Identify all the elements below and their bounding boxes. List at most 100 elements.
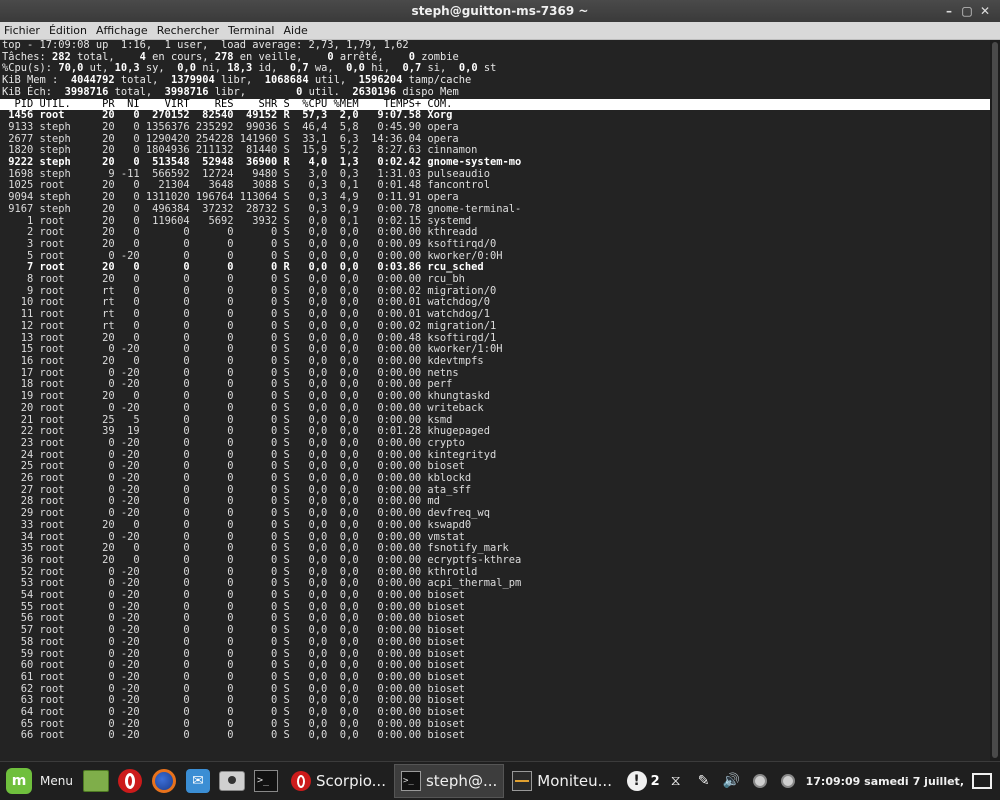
header-label: dispo Mem [396,85,459,98]
header-label: en veille, [233,50,328,63]
process-row: 58 root 0 -20 0 0 0 S 0,0 0,0 0:00.00 bi… [2,635,465,648]
header-label: zombie [414,50,459,63]
linux-mint-logo-icon: m [6,768,32,794]
task-label: Scorpio... [315,772,386,790]
task-label: Moniteu... [537,772,612,790]
start-menu-button[interactable]: m Menu [0,762,79,800]
header-value: 4044792 [70,74,115,87]
header-value: 2630196 [352,85,397,98]
screens-icon [972,773,992,789]
close-icon[interactable]: ✕ [976,3,994,19]
header-value: 3998716 [164,85,209,98]
process-row: 61 root 0 -20 0 0 0 S 0,0 0,0 0:00.00 bi… [2,670,465,683]
header-label: total, [114,74,171,87]
header-label: en cours, [145,50,215,63]
terminal-output[interactable]: top - 17:09:08 up 1:16, 1 user, load ave… [0,40,990,761]
launcher-firefox[interactable] [149,766,179,796]
header-value: 0,0 [177,62,196,75]
date[interactable]: 7 juillet, [913,775,964,788]
circle-icon [780,774,795,788]
menu-rechercher[interactable]: Rechercher [157,24,219,37]
header-value: 1379904 [170,74,215,87]
header-label: libr, [208,85,297,98]
header-value: 0,0 [458,62,478,75]
minimize-icon[interactable]: – [940,3,958,19]
process-row: 23 root 0 -20 0 0 0 S 0,0 0,0 0:00.00 cr… [2,436,465,449]
status-dot-2[interactable] [778,771,798,791]
header-label: total, [70,50,140,63]
header-label: st [477,62,497,75]
launcher-show-desktop[interactable] [81,766,111,796]
process-row: 8 root 20 0 0 0 0 S 0,0 0,0 0:00.00 rcu_… [2,273,465,286]
system-monitor-icon [512,771,533,791]
header-value: 0,7 [402,62,422,75]
status-dot-1[interactable] [750,771,770,791]
launcher-camera[interactable] [217,766,247,796]
header-value: 1068684 [264,74,309,87]
process-row: 16 root 20 0 0 0 0 S 0,0 0,0 0:00.00 kde… [2,354,484,367]
header-label: id, [252,62,290,75]
process-row: 9222 steph 20 0 513548 52948 36900 R 4,0… [2,156,522,169]
launcher-opera[interactable] [115,766,145,796]
firefox-icon [151,769,176,793]
process-row: 36 root 20 0 0 0 0 S 0,0 0,0 0:00.00 ecr… [2,553,522,566]
terminal-icon: >_ [400,771,421,791]
process-row: 12 root rt 0 0 0 0 S 0,0 0,0 0:00.02 mig… [2,319,497,332]
task-system-monitor[interactable]: Moniteu... [506,764,618,798]
launcher-mail[interactable]: ✉ [183,766,213,796]
notification-count: 2 [650,773,660,789]
header-value: 0,7 [289,62,309,75]
process-row: 3 root 20 0 0 0 0 S 0,0 0,0 0:00.09 ksof… [2,237,497,250]
clock[interactable]: 17:09:09 samedi [806,775,909,788]
task-label: steph@... [425,772,498,790]
header-label: arrêté, [333,50,409,63]
header-label: tamp/cache [402,74,472,87]
mail-icon: ✉ [185,769,210,793]
menu-label: Menu [40,774,73,788]
header-value: 1596204 [358,74,403,87]
header-label: util, [308,74,359,87]
header-value: 3998716 [64,85,109,98]
volume-icon[interactable]: 🔊 [722,771,742,791]
header-label: wa, [308,62,347,75]
task-terminal[interactable]: >_ steph@... [393,764,505,798]
process-row: 9133 steph 20 0 1356376 235292 99036 S 4… [2,120,459,133]
launcher-terminal[interactable]: >_ [251,766,281,796]
process-row: 20 root 0 -20 0 0 0 S 0,0 0,0 0:00.00 wr… [2,401,484,414]
header-label: si, [421,62,459,75]
network-icon[interactable]: ⧖ [666,771,686,791]
header-value: 70,0 [58,62,84,75]
system-tray: ! 2 ⧖ ✎ 🔊 17:09:09 samedi 7 juillet, [623,771,1000,791]
header-value: 282 [52,50,71,63]
header-label: libr, [214,74,265,87]
menu-affichage[interactable]: Affichage [96,24,148,37]
circle-icon [752,774,767,788]
header-label: util. [302,85,353,98]
pen-tool-icon[interactable]: ✎ [694,771,714,791]
process-table: 1456 root 20 0 270152 82540 49152 R 57,3… [0,110,990,742]
process-row: 33 root 20 0 0 0 0 S 0,0 0,0 0:00.00 ksw… [2,518,472,531]
process-row: 9167 steph 20 0 496384 37232 28732 S 0,3… [2,202,522,215]
menu-fichier[interactable]: Fichier [4,24,40,37]
header-value: 10,3 [114,62,140,75]
menu-terminal[interactable]: Terminal [228,24,275,37]
header-value: 278 [214,50,234,63]
header-label: hi, [364,62,403,75]
scrollbar-thumb[interactable] [992,42,998,758]
workspace-switcher[interactable] [972,771,992,791]
swap-line: KiB Éch: 3998716 total, 3998716 libr, 0 … [0,85,990,99]
maximize-icon[interactable]: ▢ [958,3,976,19]
task-opera[interactable]: Scorpio... [285,764,392,798]
taskbar: m Menu ✉ >_ Scorpio... >_ steph@... Moni… [0,761,1000,800]
terminal-scrollbar[interactable] [990,40,1000,761]
header-label: total, [108,85,165,98]
menu-edition[interactable]: Édition [49,24,87,37]
process-row: 54 root 0 -20 0 0 0 S 0,0 0,0 0:00.00 bi… [2,589,465,602]
header-label: Tâches: [2,50,53,63]
menu-aide[interactable]: Aide [283,24,307,37]
process-row: 26 root 0 -20 0 0 0 S 0,0 0,0 0:00.00 kb… [2,472,472,485]
opera-icon [290,771,311,791]
notification-alert-icon[interactable]: ! [626,771,647,791]
header-value: 18,3 [227,62,253,75]
process-row: 66 root 0 -20 0 0 0 S 0,0 0,0 0:00.00 bi… [2,729,465,742]
